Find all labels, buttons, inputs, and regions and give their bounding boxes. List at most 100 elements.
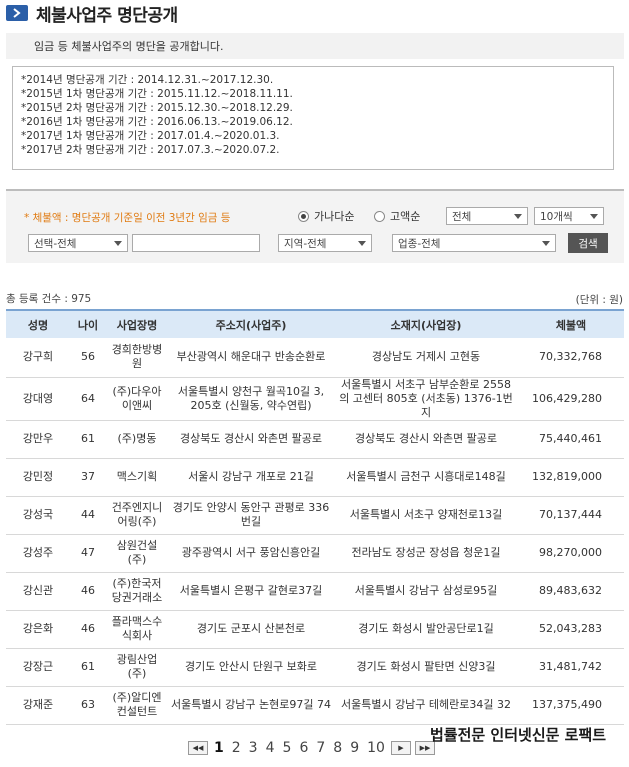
cell-name: 강재준 bbox=[6, 686, 70, 725]
col-header-business: 사업장명 bbox=[106, 309, 168, 338]
table-row[interactable]: 강재준 63 (주)알디엔컨설턴트 서울특별시 강남구 논현로97길 74 서울… bbox=[6, 686, 624, 725]
cell-site-address: 서울특별시 금천구 시흥대로148길 bbox=[334, 458, 518, 497]
cell-business: (주)한국저당권거래소 bbox=[106, 572, 168, 611]
table-row[interactable]: 강만우 61 (주)명동 경상북도 경산시 와촌면 팔공로 경상북도 경산시 와… bbox=[6, 420, 624, 459]
cell-business: 경희한방병원 bbox=[106, 338, 168, 378]
cell-amount: 137,375,490 bbox=[518, 686, 624, 725]
amount-note: * 체불액 : 명단공개 기준일 이전 3년간 임금 등 bbox=[24, 212, 231, 224]
cell-age: 37 bbox=[70, 458, 106, 497]
chevron-down-icon bbox=[590, 214, 598, 219]
notice-line: *2017년 1차 명단공개 기간 : 2017.01.4.~2020.01.3… bbox=[21, 130, 280, 142]
cell-amount: 106,429,280 bbox=[518, 377, 624, 421]
radio-unselected-icon bbox=[374, 210, 385, 222]
page-link[interactable]: 8 bbox=[333, 740, 342, 756]
cell-amount: 70,332,768 bbox=[518, 338, 624, 378]
cell-age: 46 bbox=[70, 572, 106, 611]
table-row[interactable]: 강민정 37 맥스기획 서울시 강남구 개포로 21길 서울특별시 금천구 시흥… bbox=[6, 458, 624, 497]
col-header-name: 성명 bbox=[6, 309, 70, 338]
cell-name: 강대영 bbox=[6, 377, 70, 421]
cell-site-address: 경기도 화성시 발안공단로1길 bbox=[334, 610, 518, 649]
cell-owner-address: 서울특별시 은평구 갈현로37길 bbox=[168, 572, 334, 611]
cell-amount: 31,481,742 bbox=[518, 648, 624, 687]
col-header-amount: 체불액 bbox=[518, 309, 624, 338]
col-header-age: 나이 bbox=[70, 309, 106, 338]
cell-name: 강성주 bbox=[6, 534, 70, 573]
cell-business: 건주엔지니어링(주) bbox=[106, 496, 168, 535]
chevron-down-icon bbox=[358, 241, 366, 246]
page-link[interactable]: 10 bbox=[367, 740, 385, 756]
scope-select[interactable]: 전체 bbox=[446, 207, 528, 225]
cell-site-address: 경상북도 경산시 와촌면 팔공로 bbox=[334, 420, 518, 459]
cell-name: 강민정 bbox=[6, 458, 70, 497]
cell-business: 삼원건설(주) bbox=[106, 534, 168, 573]
cell-owner-address: 부산광역시 해운대구 반송순환로 bbox=[168, 338, 334, 378]
cell-age: 44 bbox=[70, 496, 106, 535]
employer-table: 성명 나이 사업장명 주소지(사업주) 소재지(사업장) 체불액 강구희 56 … bbox=[6, 309, 624, 725]
search-panel: * 체불액 : 명단공개 기준일 이전 3년간 임금 등 가나다순 고액순 전체… bbox=[6, 189, 624, 263]
chevron-down-icon bbox=[114, 241, 122, 246]
intro-text: 임금 등 체불사업주의 명단을 공개합니다. bbox=[6, 33, 624, 59]
page-link[interactable]: 3 bbox=[249, 740, 258, 756]
table-header-row: 성명 나이 사업장명 주소지(사업주) 소재지(사업장) 체불액 bbox=[6, 309, 624, 338]
cell-business: 광림산업(주) bbox=[106, 648, 168, 687]
cell-amount: 89,483,632 bbox=[518, 572, 624, 611]
cell-site-address: 전라남도 장성군 장성읍 청운1길 bbox=[334, 534, 518, 573]
cell-site-address: 서울특별시 강남구 삼성로95길 bbox=[334, 572, 518, 611]
table-row[interactable]: 강성국 44 건주엔지니어링(주) 경기도 안양시 동안구 관평로 336번길 … bbox=[6, 496, 624, 535]
cell-age: 61 bbox=[70, 420, 106, 459]
page-link[interactable]: 7 bbox=[316, 740, 325, 756]
page-header: 체불사업주 명단공개 bbox=[6, 2, 178, 26]
notice-line: *2017년 2차 명단공개 기간 : 2017.07.3.~2020.07.2… bbox=[21, 144, 280, 156]
cell-age: 63 bbox=[70, 686, 106, 725]
page-link-current[interactable]: 1 bbox=[214, 740, 224, 756]
cell-name: 강신관 bbox=[6, 572, 70, 611]
cell-name: 강만우 bbox=[6, 420, 70, 459]
region-select[interactable]: 지역-전체 bbox=[278, 234, 372, 252]
page-title: 체불사업주 명단공개 bbox=[36, 5, 178, 26]
sort-alpha-radio[interactable]: 가나다순 bbox=[298, 208, 354, 224]
table-row[interactable]: 강신관 46 (주)한국저당권거래소 서울특별시 은평구 갈현로37길 서울특별… bbox=[6, 572, 624, 611]
cell-owner-address: 서울시 강남구 개포로 21길 bbox=[168, 458, 334, 497]
cell-business: (주)알디엔컨설턴트 bbox=[106, 686, 168, 725]
table-row[interactable]: 강은화 46 플라맥스수식회사 경기도 군포시 산본천로 경기도 화성시 발안공… bbox=[6, 610, 624, 649]
cell-business: (주)다우아이앤씨 bbox=[106, 377, 168, 421]
page-link[interactable]: 5 bbox=[283, 740, 292, 756]
table-row[interactable]: 강성주 47 삼원건설(주) 광주광역시 서구 풍암신흥안길 전라남도 장성군 … bbox=[6, 534, 624, 573]
next-page-button[interactable]: ▶ bbox=[390, 741, 411, 755]
cell-site-address: 서울특별시 서초구 양재천로13길 bbox=[334, 496, 518, 535]
per-page-select[interactable]: 10개씩 bbox=[534, 207, 604, 225]
page-link[interactable]: 9 bbox=[350, 740, 359, 756]
table-row[interactable]: 강대영 64 (주)다우아이앤씨 서울특별시 양천구 월곡10길 3, 205호… bbox=[6, 377, 624, 421]
notice-line: *2015년 2차 명단공개 기간 : 2015.12.30.~2018.12.… bbox=[21, 102, 293, 114]
page-link[interactable]: 2 bbox=[232, 740, 241, 756]
keyword-input[interactable] bbox=[132, 234, 260, 252]
field-select[interactable]: 선택-전체 bbox=[28, 234, 128, 252]
cell-name: 강은화 bbox=[6, 610, 70, 649]
chevron-down-icon bbox=[514, 214, 522, 219]
pagination: ◀◀ 1 2 3 4 5 6 7 8 9 10 ▶ ▶▶ bbox=[186, 740, 437, 756]
sort-amount-radio[interactable]: 고액순 bbox=[374, 208, 420, 224]
cell-age: 47 bbox=[70, 534, 106, 573]
page-link[interactable]: 6 bbox=[299, 740, 308, 756]
table-row[interactable]: 강장근 61 광림산업(주) 경기도 안산시 단원구 보화로 경기도 화성시 팔… bbox=[6, 648, 624, 687]
table-row[interactable]: 강구희 56 경희한방병원 부산광역시 해운대구 반송순환로 경상남도 거제시 … bbox=[6, 338, 624, 378]
cell-name: 강성국 bbox=[6, 496, 70, 535]
watermark-text: 법률전문 인터넷신문 로팩트 bbox=[430, 726, 607, 744]
search-button[interactable]: 검색 bbox=[568, 233, 608, 253]
cell-owner-address: 서울특별시 강남구 논현로97길 74 bbox=[168, 686, 334, 725]
cell-amount: 98,270,000 bbox=[518, 534, 624, 573]
cell-business: 맥스기획 bbox=[106, 458, 168, 497]
chevron-down-icon bbox=[542, 241, 550, 246]
arrow-right-icon bbox=[6, 5, 28, 21]
cell-name: 강장근 bbox=[6, 648, 70, 687]
cell-amount: 70,137,444 bbox=[518, 496, 624, 535]
first-page-button[interactable]: ◀◀ bbox=[188, 741, 208, 755]
cell-name: 강구희 bbox=[6, 338, 70, 378]
page-link[interactable]: 4 bbox=[266, 740, 275, 756]
cell-amount: 132,819,000 bbox=[518, 458, 624, 497]
notice-line: *2016년 1차 명단공개 기간 : 2016.06.13.~2019.06.… bbox=[21, 116, 293, 128]
cell-site-address: 서울특별시 강남구 테헤란로34길 32 bbox=[334, 686, 518, 725]
notice-box: *2014년 명단공개 기간 : 2014.12.31.~2017.12.30.… bbox=[12, 66, 614, 170]
cell-age: 56 bbox=[70, 338, 106, 378]
industry-select[interactable]: 업종-전체 bbox=[392, 234, 556, 252]
